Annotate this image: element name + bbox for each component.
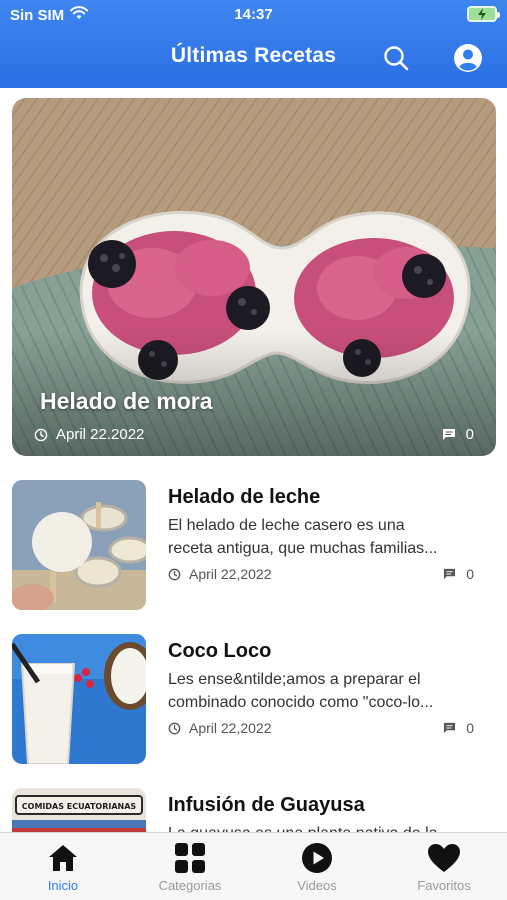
content-scroll[interactable]: Helado de mora April 22.2022 0 Helado de…: [0, 0, 507, 832]
home-icon: [0, 841, 126, 875]
featured-recipe-date: April 22.2022: [34, 426, 144, 443]
featured-comments-count: 0: [465, 426, 474, 443]
comment-icon: [444, 722, 456, 734]
tab-label: Inicio: [47, 878, 79, 893]
comment-icon: [444, 568, 456, 580]
recipe-description-line: El helado de leche casero es una: [168, 517, 405, 534]
grid-icon: [127, 841, 253, 875]
recipe-thumbnail: [12, 480, 146, 610]
bottom-tab-bar: Inicio Categorias Videos Favoritos: [0, 832, 507, 900]
recipe-title: Coco Loco: [168, 640, 272, 662]
thumb-banner-text: COMIDAS ECUATORIANAS: [22, 802, 137, 811]
recipe-list-item[interactable]: Helado de leche El helado de leche caser…: [12, 480, 496, 612]
recipe-date-label: April 22,2022: [189, 566, 272, 582]
recipe-description: La guayusa es una planta nativa de la: [168, 822, 488, 832]
recipe-date: April 22,2022: [168, 566, 272, 582]
tab-favoritos[interactable]: Favoritos: [381, 841, 507, 897]
comment-icon: [442, 429, 455, 440]
recipe-comments: 0: [443, 566, 474, 582]
recipe-description-line: Les ense&ntilde;amos a preparar el: [168, 671, 421, 688]
recipe-title: Infusión de Guayusa: [168, 794, 365, 816]
helado-de-leche-image: [12, 480, 146, 610]
recipe-thumbnail: [12, 634, 146, 764]
recipe-list-item[interactable]: Coco Loco Les ense&ntilde;amos a prepara…: [12, 634, 496, 766]
recipe-description: Les ense&ntilde;amos a preparar el combi…: [168, 668, 488, 714]
recipe-comments-count: 0: [466, 566, 474, 582]
recipe-comments-count: 0: [466, 720, 474, 736]
recipe-date-label: April 22,2022: [189, 720, 272, 736]
tab-label: Favoritos: [417, 878, 471, 893]
guayusa-image: COMIDAS ECUATORIANAS: [12, 788, 146, 832]
featured-recipe-card[interactable]: Helado de mora April 22.2022 0: [12, 98, 496, 456]
tab-inicio[interactable]: Inicio: [0, 841, 126, 897]
recipe-list-item[interactable]: COMIDAS ECUATORIANAS Infusión de Guayusa…: [12, 788, 496, 832]
play-circle-icon: [254, 841, 380, 875]
recipe-comments: 0: [443, 720, 474, 736]
recipe-title: Helado de leche: [168, 486, 321, 508]
clock-icon: [168, 568, 181, 580]
recipe-thumbnail: COMIDAS ECUATORIANAS: [12, 788, 146, 832]
tab-categorias[interactable]: Categorias: [127, 841, 253, 897]
featured-comments: 0: [442, 426, 474, 443]
heart-icon: [381, 841, 507, 875]
clock-icon: [168, 722, 181, 734]
recipe-date: April 22,2022: [168, 720, 272, 736]
recipe-description-line: receta antigua, que muchas familias...: [168, 540, 438, 557]
clock-icon: [34, 428, 48, 441]
recipe-description-line: combinado conocido como "coco-lo...: [168, 694, 434, 711]
coco-loco-image: [12, 634, 146, 764]
featured-date-label: April 22.2022: [56, 426, 145, 443]
featured-recipe-title: Helado de mora: [40, 388, 213, 414]
tab-label: Videos: [297, 878, 337, 893]
tab-label: Categorias: [158, 878, 222, 893]
recipe-description: El helado de leche casero es una receta …: [168, 514, 488, 560]
tab-videos[interactable]: Videos: [254, 841, 380, 897]
recipe-description-line: La guayusa es una planta nativa de la: [168, 822, 488, 832]
